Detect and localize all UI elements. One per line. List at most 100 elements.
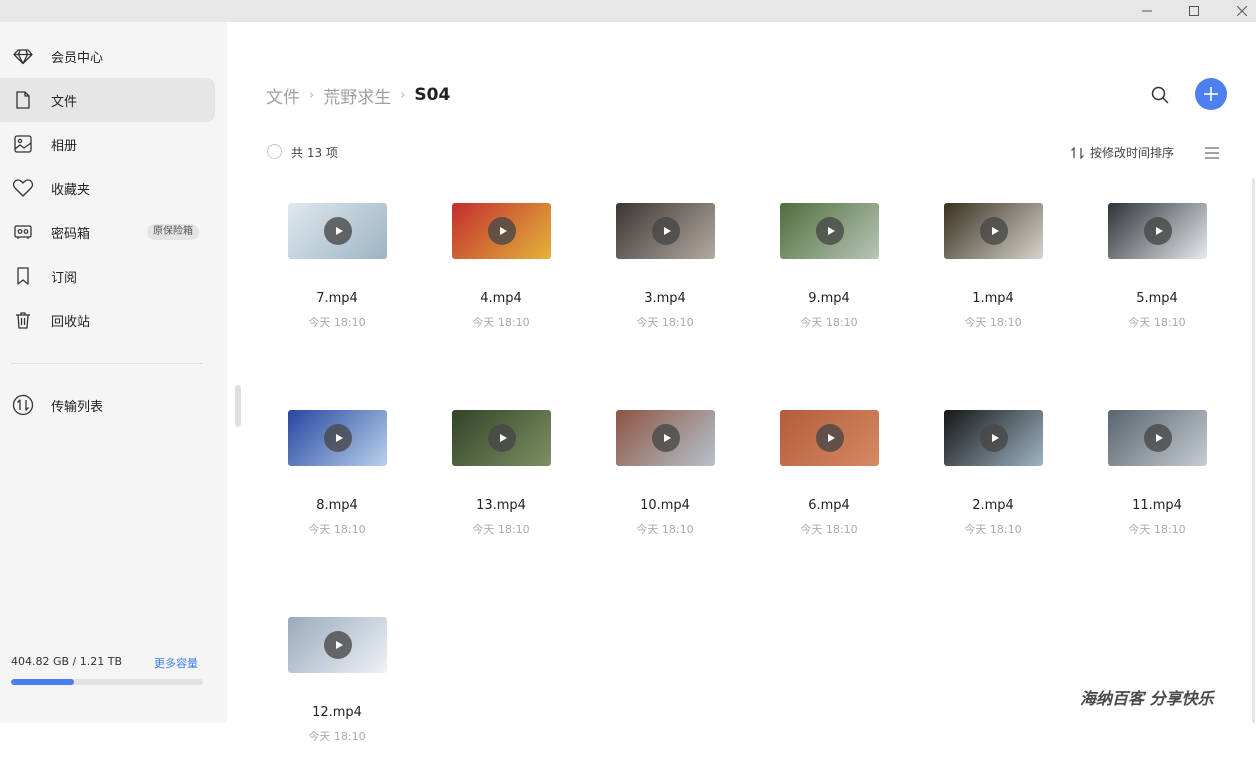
file-tile[interactable]: 11.mp4 今天 18:10 (1087, 410, 1227, 560)
file-tile[interactable]: 4.mp4 今天 18:10 (431, 203, 571, 353)
video-thumbnail[interactable] (1108, 203, 1207, 259)
play-icon[interactable] (1144, 424, 1172, 452)
file-icon (12, 89, 34, 111)
play-icon[interactable] (652, 217, 680, 245)
file-name: 8.mp4 (316, 498, 358, 513)
diamond-icon (12, 45, 34, 67)
file-tile[interactable]: 9.mp4 今天 18:10 (759, 203, 899, 353)
breadcrumb-current: S04 (414, 85, 451, 105)
close-icon[interactable] (1222, 0, 1256, 22)
file-tile[interactable]: 3.mp4 今天 18:10 (595, 203, 735, 353)
file-tile[interactable]: 8.mp4 今天 18:10 (267, 410, 407, 560)
transfer-icon (12, 394, 34, 416)
maximize-icon[interactable] (1174, 0, 1214, 22)
file-tile[interactable]: 7.mp4 今天 18:10 (267, 203, 407, 353)
video-thumbnail[interactable] (288, 410, 387, 466)
video-thumbnail[interactable] (780, 203, 879, 259)
file-modified-time: 今天 18:10 (636, 523, 694, 536)
minimize-icon[interactable] (1127, 0, 1167, 22)
video-thumbnail[interactable] (288, 203, 387, 259)
video-thumbnail[interactable] (452, 203, 551, 259)
more-storage-link[interactable]: 更多容量 (154, 655, 198, 671)
sidebar-resize-handle[interactable] (235, 385, 241, 427)
file-modified-time: 今天 18:10 (308, 730, 366, 743)
sidebar-item-label: 会员中心 (51, 50, 104, 66)
play-icon[interactable] (324, 217, 352, 245)
file-tile[interactable]: 12.mp4 今天 18:10 (267, 617, 407, 767)
sidebar-item-favorites[interactable]: 收藏夹 (0, 166, 215, 210)
sidebar-item-subscribe[interactable]: 订阅 (0, 254, 215, 298)
video-thumbnail[interactable] (1108, 410, 1207, 466)
chevron-right-icon: › (400, 87, 406, 103)
video-thumbnail[interactable] (288, 617, 387, 673)
video-thumbnail[interactable] (616, 410, 715, 466)
file-tile[interactable]: 2.mp4 今天 18:10 (923, 410, 1063, 560)
file-name: 12.mp4 (312, 705, 362, 720)
file-modified-time: 今天 18:10 (800, 523, 858, 536)
play-icon[interactable] (488, 217, 516, 245)
trash-icon (12, 309, 34, 331)
play-icon[interactable] (816, 217, 844, 245)
video-thumbnail[interactable] (616, 203, 715, 259)
list-view-button[interactable] (1205, 145, 1219, 159)
file-name: 3.mp4 (644, 291, 686, 306)
play-icon[interactable] (652, 424, 680, 452)
play-icon[interactable] (816, 424, 844, 452)
scrollbar-thumb[interactable] (1252, 178, 1255, 723)
breadcrumb: 文件 › 荒野求生 › S04 (266, 83, 451, 108)
sort-label: 按修改时间排序 (1090, 146, 1175, 160)
video-thumbnail[interactable] (452, 410, 551, 466)
file-modified-time: 今天 18:10 (1128, 523, 1186, 536)
sidebar-item-vip[interactable]: 会员中心 (0, 34, 215, 78)
play-icon[interactable] (1144, 217, 1172, 245)
search-icon (1151, 86, 1169, 104)
file-tile[interactable]: 1.mp4 今天 18:10 (923, 203, 1063, 353)
file-tile[interactable]: 10.mp4 今天 18:10 (595, 410, 735, 560)
scrollbar[interactable] (1250, 178, 1256, 723)
file-modified-time: 今天 18:10 (1128, 316, 1186, 329)
sort-icon (1071, 146, 1084, 159)
search-button[interactable] (1148, 83, 1172, 107)
play-icon[interactable] (980, 424, 1008, 452)
storage-progress-fill (11, 679, 75, 685)
video-thumbnail[interactable] (944, 203, 1043, 259)
item-count: 共 13 项 (291, 146, 338, 160)
file-modified-time: 今天 18:10 (964, 523, 1022, 536)
sort-button[interactable]: 按修改时间排序 (1070, 144, 1174, 161)
file-name: 10.mp4 (640, 498, 690, 513)
file-modified-time: 今天 18:10 (472, 523, 530, 536)
play-icon[interactable] (324, 424, 352, 452)
sidebar-item-safe[interactable]: 密码箱 原保险箱 (0, 210, 215, 254)
select-all-checkbox[interactable] (267, 144, 282, 159)
breadcrumb-item[interactable]: 荒野求生 (323, 83, 391, 108)
storage-usage-text: 404.82 GB / 1.21 TB (11, 655, 123, 668)
breadcrumb-item[interactable]: 文件 (266, 83, 300, 108)
file-modified-time: 今天 18:10 (800, 316, 858, 329)
play-icon[interactable] (488, 424, 516, 452)
chevron-right-icon: › (309, 87, 315, 103)
video-thumbnail[interactable] (780, 410, 879, 466)
file-name: 9.mp4 (808, 291, 850, 306)
file-tile[interactable]: 5.mp4 今天 18:10 (1087, 203, 1227, 353)
sidebar-item-files[interactable]: 文件 (0, 78, 215, 122)
list-icon (1205, 147, 1219, 159)
file-name: 7.mp4 (316, 291, 358, 306)
watermark-text: 海纳百客 分享快乐 (1080, 689, 1214, 708)
add-button[interactable] (1195, 78, 1227, 110)
file-name: 4.mp4 (480, 291, 522, 306)
file-tile[interactable]: 6.mp4 今天 18:10 (759, 410, 899, 560)
file-name: 6.mp4 (808, 498, 850, 513)
sidebar-item-trash[interactable]: 回收站 (0, 298, 215, 342)
sidebar-item-label: 回收站 (51, 314, 91, 330)
file-name: 5.mp4 (1136, 291, 1178, 306)
sidebar-item-label: 收藏夹 (51, 182, 91, 198)
play-icon[interactable] (980, 217, 1008, 245)
sidebar-item-album[interactable]: 相册 (0, 122, 215, 166)
sidebar-item-transfer[interactable]: 传输列表 (0, 383, 215, 427)
file-tile[interactable]: 13.mp4 今天 18:10 (431, 410, 571, 560)
video-thumbnail[interactable] (944, 410, 1043, 466)
sidebar-item-label: 文件 (51, 94, 78, 110)
play-icon[interactable] (324, 631, 352, 659)
file-name: 2.mp4 (972, 498, 1014, 513)
safe-badge: 原保险箱 (147, 224, 199, 240)
